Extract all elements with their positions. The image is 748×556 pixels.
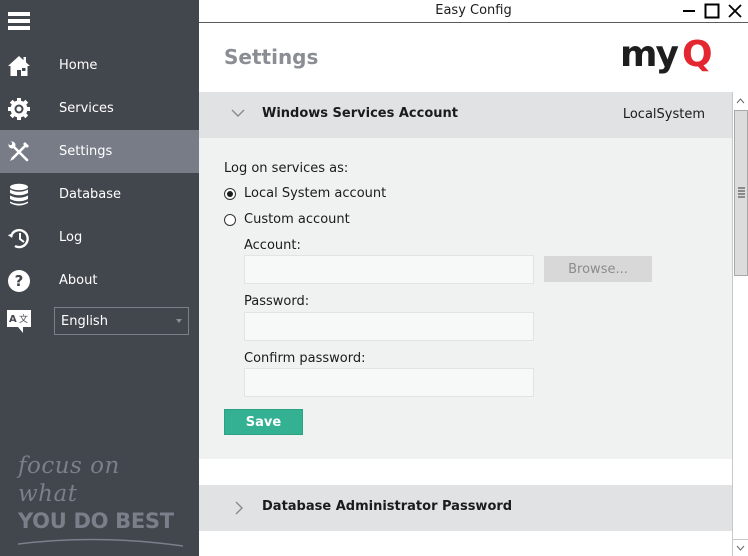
sidebar: Home Services Settings Database Log ? Ab… [0,0,199,556]
sidebar-item-services[interactable]: Services [0,87,199,130]
close-button[interactable] [725,2,745,20]
confirm-password-input[interactable] [244,368,534,397]
sidebar-item-home[interactable]: Home [0,44,199,87]
section-value: LocalSystem [622,107,705,122]
chevron-down-icon [231,109,245,117]
confirm-password-label: Confirm password: [244,351,366,366]
svg-text:?: ? [15,272,24,290]
section-title: Windows Services Account [262,106,458,121]
help-icon: ? [7,269,31,293]
hamburger-icon[interactable] [8,12,30,31]
maximize-button[interactable] [702,2,722,20]
sidebar-item-label: Home [59,58,98,73]
close-icon [728,4,742,18]
history-icon [7,226,31,250]
sidebar-item-label: Settings [59,144,113,159]
home-icon [7,54,31,78]
myq-logo: my Q [620,34,720,80]
radio-button[interactable] [224,213,236,226]
maximize-icon [704,3,720,19]
radio-local-system[interactable]: Local System account [224,186,386,201]
sidebar-item-log[interactable]: Log [0,216,199,259]
sidebar-item-settings[interactable]: Settings [0,130,199,173]
section-header-database-admin-password[interactable]: Database Administrator Password [199,485,732,531]
section-title: Database Administrator Password [262,499,513,514]
sidebar-item-database[interactable]: Database [0,173,199,216]
section-header-windows-services-account[interactable]: Windows Services Account LocalSystem [199,92,732,138]
radio-button-checked[interactable] [224,187,236,200]
chevron-right-icon [235,501,243,515]
scroll-up-button[interactable] [733,92,748,109]
slogan: focus on what YOU DO BEST [18,452,184,548]
radio-custom-account[interactable]: Custom account [224,212,350,227]
logon-label: Log on services as: [224,161,349,176]
chevron-up-icon [736,97,745,103]
radio-label: Custom account [244,212,350,227]
password-input[interactable] [244,312,534,341]
dropdown-arrow-icon [176,319,182,323]
translate-icon: A文 [7,310,31,334]
language-selected: English [61,313,108,329]
sidebar-item-label: About [59,273,98,288]
account-input[interactable] [244,255,534,284]
slogan-line2: YOU DO BEST [18,509,174,533]
scroll-down-button[interactable] [733,539,748,556]
sidebar-item-about[interactable]: ? About [0,259,199,302]
minimize-button[interactable] [679,2,699,20]
scroll-thumb[interactable] [734,110,748,276]
vertical-scrollbar[interactable] [732,92,748,556]
tools-icon [7,140,31,164]
svg-text:Q: Q [682,36,713,75]
gear-icon [7,97,31,121]
minimize-icon [683,10,695,12]
radio-label: Local System account [244,186,387,201]
section-body-windows-services-account: Log on services as: Local System account… [199,138,732,459]
sidebar-item-label: Log [59,230,83,245]
slogan-line1: focus on what [18,453,120,507]
database-icon [7,183,31,207]
sidebar-item-label: Services [59,101,114,116]
account-label: Account: [244,238,301,253]
title-bar: Easy Config [199,0,748,23]
page-title: Settings [224,45,319,69]
svg-text:A: A [9,314,17,325]
svg-text:文: 文 [19,313,28,325]
svg-text:my: my [620,36,679,75]
grip-icon [738,187,745,199]
window-title: Easy Config [435,3,512,18]
settings-content: Windows Services Account LocalSystem Log… [199,92,732,556]
sidebar-item-label: Database [59,187,122,202]
password-label: Password: [244,294,310,309]
save-button[interactable]: Save [224,409,303,435]
chevron-down-icon [736,545,745,551]
language-select[interactable]: English [54,307,189,335]
browse-button[interactable]: Browse... [544,256,652,282]
slogan-swoosh [18,538,184,547]
